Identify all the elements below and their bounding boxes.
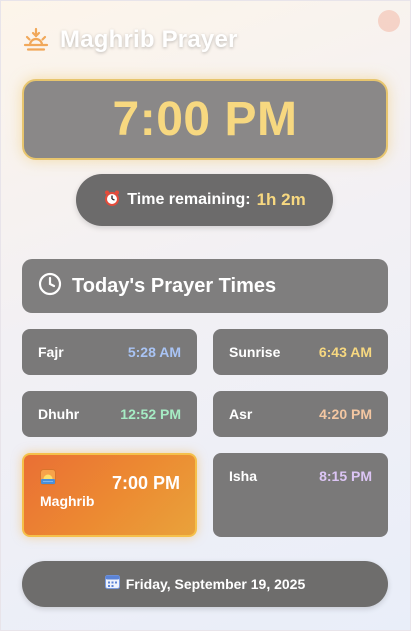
time-remaining-pill: Time remaining: 1h 2m [76, 174, 333, 226]
prayer-card-sunrise[interactable]: Sunrise 6:43 AM [213, 329, 388, 375]
prayer-time: 6:43 AM [318, 344, 372, 360]
prayer-name: Asr [229, 406, 253, 422]
prayer-card-maghrib-active[interactable]: Maghrib 7:00 PM [22, 453, 197, 537]
prayer-time: 4:20 PM [319, 406, 372, 422]
prayer-name: Sunrise [229, 344, 281, 360]
prayer-times-header: Today's Prayer Times [22, 259, 388, 313]
close-button[interactable] [378, 10, 400, 32]
prayer-name: Maghrib [40, 493, 95, 509]
prayer-time: 8:15 PM [319, 468, 372, 484]
prayer-card-fajr[interactable]: Fajr 5:28 AM [22, 329, 197, 375]
alarm-clock-icon [103, 189, 121, 212]
prayer-name: Isha [229, 468, 258, 484]
prayer-name: Dhuhr [38, 406, 80, 422]
sunset-icon [22, 26, 50, 54]
time-remaining-label: Time remaining: [127, 191, 251, 208]
calendar-icon [104, 574, 120, 594]
prayer-card-dhuhr[interactable]: Dhuhr 12:52 PM [22, 391, 197, 437]
current-time-card: 7:00 PM [22, 79, 388, 160]
prayer-times-title: Today's Prayer Times [72, 274, 277, 297]
current-time: 7:00 PM [112, 93, 298, 146]
clock-icon [38, 272, 62, 301]
date-text: Friday, September 19, 2025 [125, 576, 306, 592]
prayer-time: 7:00 PM [112, 473, 181, 493]
date-bar: Friday, September 19, 2025 [22, 561, 388, 607]
page-title: Maghrib Prayer [60, 26, 238, 53]
header: Maghrib Prayer [22, 26, 238, 54]
prayer-name: Fajr [38, 344, 64, 360]
prayer-time: 5:28 AM [127, 344, 181, 360]
time-remaining-value: 1h 2m [256, 190, 306, 209]
prayer-time: 12:52 PM [120, 406, 181, 422]
prayer-card-asr[interactable]: Asr 4:20 PM [213, 391, 388, 437]
sunset-icon [40, 469, 56, 489]
prayer-card-isha[interactable]: Isha 8:15 PM [213, 453, 388, 537]
